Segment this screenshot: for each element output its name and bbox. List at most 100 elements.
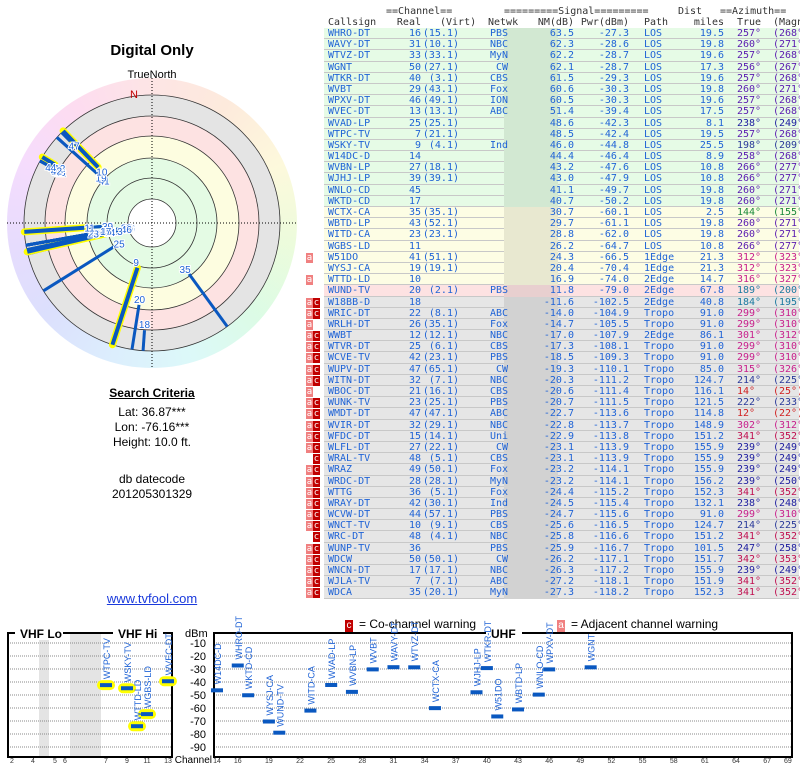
tvfool-link[interactable]: www.tvfool.com bbox=[0, 591, 304, 606]
table-row[interactable]: WYSJ-CA 19 (19.1) 20.4 -70.4 1Edge 21.3 312° (32… bbox=[304, 262, 800, 275]
table-row[interactable]: WTKR-DT 40 (3.1) CBS 61.5 -29.3 LOS 19.6 257° (26… bbox=[304, 72, 800, 84]
table-row[interactable]: WBTD-LP43(52.1)29.7-61.1LOS19.8260°(271°… bbox=[304, 218, 800, 230]
network: CBS bbox=[489, 341, 508, 353]
table-row[interactable]: a c WMDT-DT 47 (47.1) ABC -22.7 -113.6 Tropo 114.… bbox=[304, 408, 800, 420]
signal-bar-label: WCTX-CA bbox=[431, 660, 441, 702]
table-row[interactable]: WVAD-LP25(25.1)48.6-42.3LOS8.1238°(249°) bbox=[304, 117, 800, 129]
real-channel: 10 bbox=[408, 274, 421, 286]
table-row[interactable]: WVBN-LP27(18.1)43.2-47.6LOS10.8266°(277°… bbox=[304, 162, 800, 174]
station-table: ==Channel== =========Signal========= Dis… bbox=[304, 6, 800, 599]
table-row[interactable]: WTPC-TV7(21.1)48.5-42.4LOS19.5257°(268°) bbox=[304, 128, 800, 140]
table-row[interactable]: a c WUNP-TV 36 PBS -25.9 -116.7 Tropo 101.5 247°(… bbox=[304, 542, 800, 554]
table-row[interactable]: c WRC-DT 48 (4.1) NBC -25.8 -116.6 Tropo 151.2 34… bbox=[304, 531, 800, 543]
power: -109.3 bbox=[592, 352, 629, 364]
table-row[interactable]: a c WNCT-TV 10 (9.1) CBS -25.6 -116.5 Tropo 124.7… bbox=[304, 520, 800, 532]
power: -79.0 bbox=[598, 285, 629, 297]
signal-bar-label: WYSJ-CA bbox=[265, 675, 275, 716]
table-row[interactable]: WJHJ-LP39(39.1)43.0-47.9LOS10.8266°(277°… bbox=[304, 173, 800, 185]
distance: 155.9 bbox=[693, 565, 724, 576]
table-row[interactable]: WGNT50(27.1)CW62.1-28.7LOS17.3256°(267°) bbox=[304, 61, 800, 73]
y-tick-label: -40 bbox=[190, 677, 206, 689]
distance: 156.2 bbox=[693, 475, 724, 487]
power: -46.4 bbox=[598, 151, 629, 163]
table-row[interactable]: WPXV-DT 46 (49.1) ION 60.5 -30.3 LOS 19.6 257° (2… bbox=[304, 95, 800, 107]
table-row[interactable]: a c WNCN-DT 17 (17.1) NBC -26.3 -117.2 Tropo 155.… bbox=[304, 565, 800, 577]
table-row[interactable]: a c WUPV-DT 47 (65.1) CW -19.3 -110.1 Tropo 85.0 3… bbox=[304, 363, 800, 375]
table-row[interactable]: WSKY-TV 9 (4.1) Ind 46.0 -44.8 LOS 25.5 198° (209… bbox=[304, 139, 800, 152]
network: ABC bbox=[489, 576, 508, 588]
virtual-channel: (35.1) bbox=[422, 207, 459, 218]
table-row[interactable]: WCTX-CA35(35.1)30.7-60.1LOS2.5144°(155°) bbox=[304, 207, 800, 219]
table-row[interactable]: a c WUNK-TV 23 (25.1) PBS -20.7 -111.5 Tropo 121.… bbox=[304, 397, 800, 409]
noise-margin: 43.2 bbox=[549, 162, 574, 174]
table-row[interactable]: a c WRAZ 49 (50.1) Fox -23.2 -114.1 Tropo 155.9 23… bbox=[304, 464, 800, 476]
table-row[interactable]: WUND-TV 20 (2.1) PBS 11.8 -79.0 2Edge 67.8 189°(… bbox=[304, 285, 800, 297]
distance: 21.3 bbox=[699, 262, 724, 274]
table-row[interactable]: WVBT29(43.1)Fox60.6-30.3LOS19.8260°(271°… bbox=[304, 83, 800, 96]
distance: 10.8 bbox=[699, 240, 724, 252]
table-row[interactable]: c WRAL-TV 48 (5.1) CBS -23.1 -113.9 Tropo 155.9 2… bbox=[304, 453, 800, 465]
azimuth-magnetic: (277°) bbox=[773, 173, 800, 185]
adjacent-warning-flag: a bbox=[306, 577, 313, 588]
table-row[interactable]: a c WRIC-DT 22 (8.1) ABC -14.0 -104.9 Tropo 91.0 2… bbox=[304, 307, 800, 319]
distance: 19.8 bbox=[699, 229, 724, 241]
azimuth-magnetic: (352°) bbox=[773, 486, 800, 498]
table-row[interactable]: WVEC-DT 13 (13.1) ABC 51.4 -39.4 LOS 17.5 257° (2… bbox=[304, 106, 800, 118]
azimuth-magnetic: (195°) bbox=[773, 296, 800, 308]
power: -30.3 bbox=[598, 83, 629, 95]
antenna-height: Height: 10.0 ft. bbox=[112, 435, 192, 449]
table-row[interactable]: WGBS-LD1126.2-64.7LOS10.8266°(277°) bbox=[304, 240, 800, 252]
table-row[interactable]: a c WJLA-TV 7 (7.1) ABC -27.2 -118.1 Tropo 151.9 3… bbox=[304, 576, 800, 588]
co-channel-warning-flag: c bbox=[313, 431, 320, 442]
table-row[interactable]: WKTD-CD1740.7-50.2LOS19.8260°(271°) bbox=[304, 195, 800, 207]
noise-margin: 61.5 bbox=[549, 72, 574, 84]
table-row[interactable]: a c WTTG 36 (5.1) Fox -24.4 -115.2 Tropo 152.3 341… bbox=[304, 486, 800, 498]
table-row[interactable]: a c WLFL-DT 27 (22.1) CW -23.1 -113.9 Tropo 155.9… bbox=[304, 441, 800, 454]
table-row[interactable]: a c WVIR-DT 32 (29.1) NBC -22.8 -113.7 Tropo 148.… bbox=[304, 419, 800, 431]
virtual-channel: (13.1) bbox=[422, 106, 459, 118]
network: PBS bbox=[489, 28, 508, 39]
x-tick-label: 46 bbox=[545, 758, 553, 765]
azimuth-true: 341° bbox=[737, 576, 762, 588]
table-row[interactable]: a c WCVE-TV 42 (23.1) PBS -18.5 -109.3 Tropo 91.0… bbox=[304, 352, 800, 364]
column-header: Real bbox=[396, 17, 421, 28]
table-row[interactable]: acW18BB-D18-11.6-102.52Edge40.8184°(195°… bbox=[304, 296, 800, 308]
azimuth-true: 312° bbox=[737, 251, 762, 263]
adjacent-warning-flag: a bbox=[306, 252, 313, 263]
network: ION bbox=[489, 95, 508, 107]
table-row[interactable]: a c WITN-DT 32 (7.1) NBC -20.3 -111.2 Tropo 124.7… bbox=[304, 374, 800, 386]
table-row[interactable]: W14DC-D1444.4-46.4LOS8.9258°(268°) bbox=[304, 151, 800, 163]
table-row[interactable]: a c WTVR-DT 25 (6.1) CBS -17.3 -108.1 Tropo 91.0 2… bbox=[304, 341, 800, 353]
table-row[interactable]: WHRO-DT 16 (15.1) PBS 63.5 -27.3 LOS 19.5 257° (2… bbox=[304, 28, 800, 40]
distance: 91.0 bbox=[699, 341, 724, 353]
table-row[interactable]: WTVZ-DT 33 (33.1) MyN 62.2 -28.7 LOS 19.6 257° (2… bbox=[304, 50, 800, 62]
table-row[interactable]: WNLO-CD4541.1-49.7LOS19.8260°(271°) bbox=[304, 184, 800, 196]
table-row[interactable]: a W51DO 41 (51.1) 24.3 -66.5 1Edge 21.3 312° (323… bbox=[304, 251, 800, 263]
table-row[interactable]: WITD-CA23(23.1)28.8-62.0LOS19.8260°(271°… bbox=[304, 229, 800, 241]
table-row[interactable]: a c WDCW 50 (50.1) CW -26.2 -117.1 Tropo 151.7 342… bbox=[304, 553, 800, 565]
table-row[interactable]: a c WRDC-DT 28 (28.1) MyN -23.2 -114.1 Tropo 156.… bbox=[304, 475, 800, 487]
table-row[interactable]: WAVY-DT 31 (10.1) NBC 62.3 -28.6 LOS 19.8 260° (2… bbox=[304, 39, 800, 51]
azimuth-true: 260° bbox=[737, 83, 762, 95]
adjacent-warning-flag: a bbox=[306, 398, 313, 409]
azimuth-true: 316° bbox=[737, 274, 762, 286]
azimuth-magnetic: (312°) bbox=[773, 330, 800, 342]
table-row[interactable]: a c WDCA 35 (20.1) MyN -27.3 -118.2 Tropo 152.3 34… bbox=[304, 587, 800, 599]
callsign: WGNT bbox=[328, 61, 353, 73]
table-row[interactable]: a c WCVW-DT 44 (57.1) PBS -24.7 -115.6 Tropo 91.0… bbox=[304, 509, 800, 521]
azimuth-magnetic: (268°) bbox=[773, 28, 800, 39]
table-row[interactable]: a c WWBT 12 (12.1) NBC -17.0 -107.9 2Edge 86.1 301… bbox=[304, 330, 800, 342]
noise-margin: -25.6 bbox=[543, 520, 574, 532]
table-row[interactable]: a c WRAY-DT 42 (30.1) Ind -24.5 -115.4 Tropo 132.… bbox=[304, 497, 800, 510]
vhf-hi-title: VHF Hi bbox=[118, 627, 157, 641]
azimuth-true: 341° bbox=[737, 430, 762, 442]
co-channel-warning-flag: c bbox=[313, 465, 320, 476]
table-row[interactable]: a WRLH-DT 26 (35.1) Fox -14.7 -105.5 Tropo 91.0 2… bbox=[304, 318, 800, 331]
adjacent-warning-flag: a bbox=[306, 487, 313, 498]
distance: 91.0 bbox=[699, 352, 724, 364]
table-row[interactable]: a WBOC-DT 21 (16.1) CBS -20.6 -111.4 Tropo 116.1… bbox=[304, 386, 800, 398]
table-row[interactable]: a c WFDC-DT 15 (14.1) Uni -22.9 -113.8 Tropo 151.… bbox=[304, 430, 800, 442]
virtual-channel: (33.1) bbox=[422, 50, 459, 62]
virtual-channel: (4.1) bbox=[428, 139, 459, 151]
table-row[interactable]: aWTTD-LD1016.9-74.02Edge14.7316°(327°) bbox=[304, 274, 800, 286]
